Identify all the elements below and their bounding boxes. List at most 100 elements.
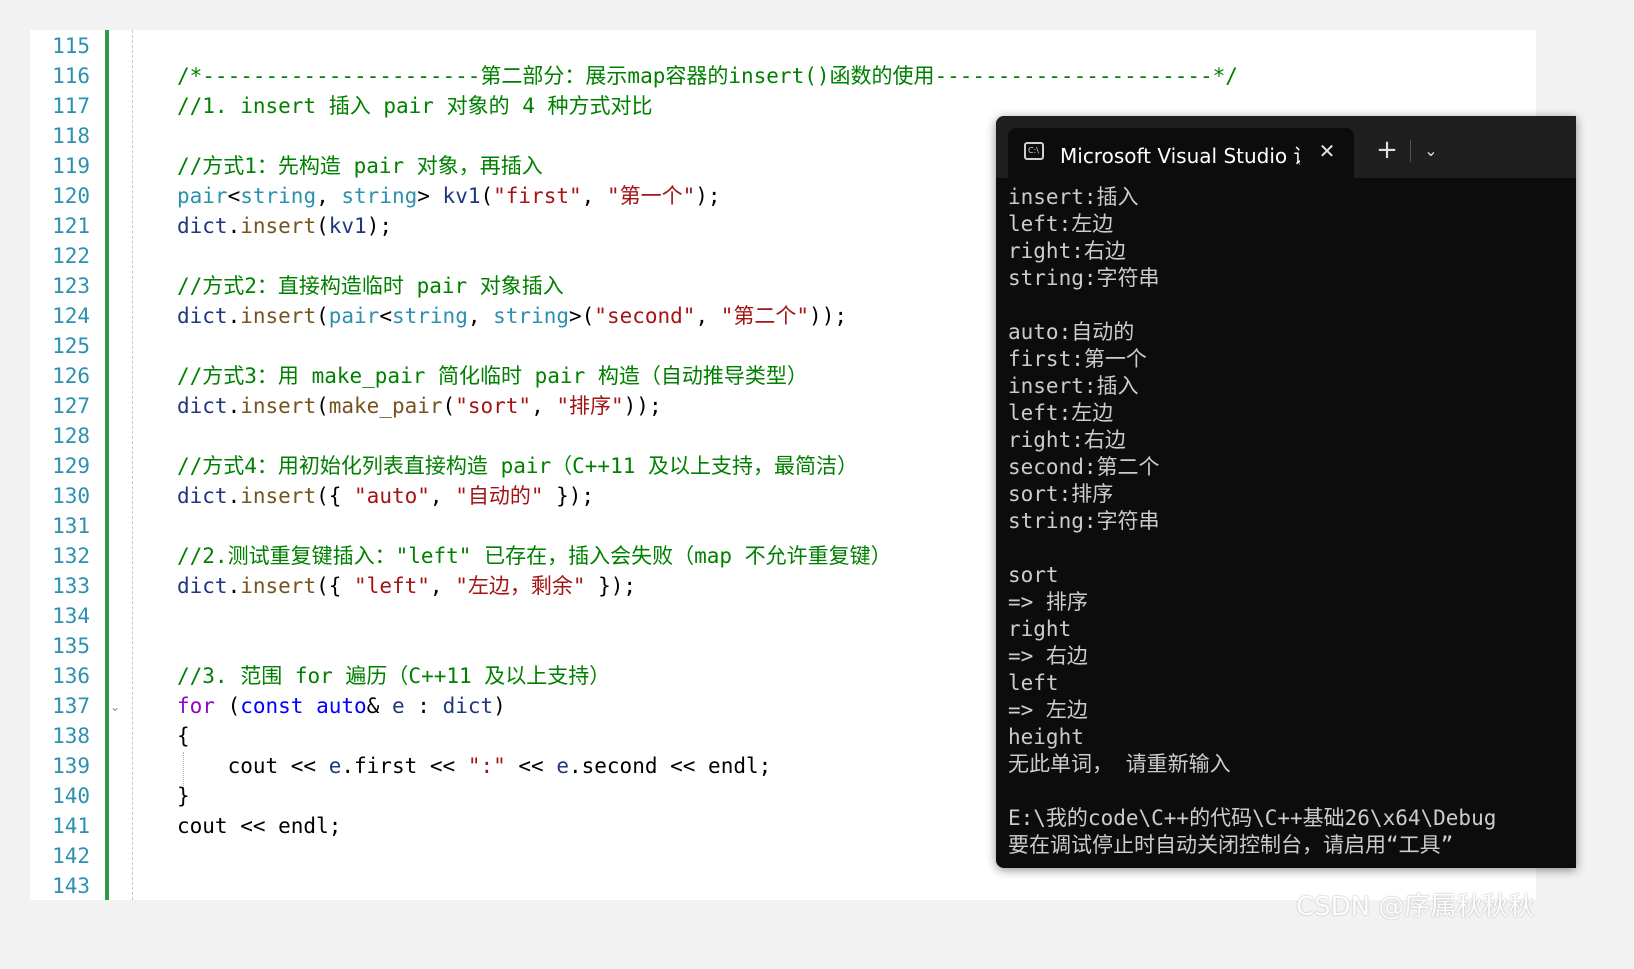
code-token: .second << endl; [568, 754, 772, 778]
console-output-line: left [1008, 671, 1059, 695]
code-token: << [505, 754, 557, 778]
code-token: string [391, 304, 468, 328]
code-line[interactable]: /*----------------------第二部分：展示map容器的ins… [177, 61, 1238, 91]
code-token: //3. 范围 for 遍历（C++11 及以上支持） [177, 664, 611, 688]
code-line[interactable]: dict.insert(kv1); [177, 211, 392, 241]
code-token: , [467, 304, 494, 328]
code-token: }); [585, 574, 637, 598]
chevron-down-icon[interactable]: ⌄ [1418, 136, 1444, 166]
console-output-line: => 排序 [1008, 590, 1088, 614]
code-line[interactable]: //方式3：用 make_pair 简化临时 pair 构造（自动推导类型） [177, 361, 808, 391]
code-token: ); [366, 214, 392, 238]
code-token: ({ [316, 574, 355, 598]
console-output-line: first:第一个 [1008, 347, 1147, 371]
line-number: 121 [52, 214, 90, 238]
code-line[interactable]: pair<string, string> kv1("first", "第一个")… [177, 181, 721, 211]
line-number-gutter: 115 116 117 118 119 120 121 122 123 124 125 126 127 1… [30, 30, 126, 900]
code-token: e [391, 694, 405, 718]
indent-guide [132, 30, 133, 900]
console-output[interactable]: insert:插入 left:左边 right:右边 string:字符串 auto:自… [1008, 184, 1568, 864]
code-line[interactable]: //1. insert 插入 pair 对象的 4 种方式对比 [177, 91, 653, 121]
console-output-line: insert:插入 [1008, 185, 1139, 209]
console-output-line: right:右边 [1008, 428, 1126, 452]
code-token: for [177, 694, 215, 718]
code-line[interactable]: dict.insert(pair<string, string>("second… [177, 301, 847, 331]
code-token: , [531, 394, 557, 418]
code-token: //2.测试重复键插入："left" 已存在，插入会失败（map 不允许重复键） [177, 544, 892, 568]
new-tab-button[interactable]: + [1372, 136, 1402, 166]
code-line[interactable]: //方式2：直接构造临时 pair 对象插入 [177, 271, 564, 301]
code-token: ( [316, 214, 329, 238]
code-line[interactable]: dict.insert({ "left", "左边，剩余" }); [177, 571, 636, 601]
code-token: : [404, 694, 443, 718]
code-line[interactable]: for (const auto& e : dict) [177, 691, 506, 721]
code-line[interactable]: } [177, 781, 190, 811]
console-output-line: 无此单词， 请重新输入 [1008, 752, 1231, 776]
code-token: ( [442, 394, 456, 418]
code-token: //方式1：先构造 pair 对象，再插入 [177, 154, 543, 178]
code-token: string [240, 184, 317, 208]
line-number: 129 [52, 454, 90, 478]
code-line[interactable]: cout << e.first << ":" << e.second << en… [177, 751, 772, 781]
code-token: "排序" [556, 394, 624, 418]
code-token: string [341, 184, 418, 208]
code-token: dict [442, 694, 494, 718]
line-number: 130 [52, 484, 90, 508]
line-number: 117 [52, 94, 90, 118]
line-number: 115 [52, 34, 90, 58]
line-number: 136 [52, 664, 90, 688]
code-token: kv1 [442, 184, 481, 208]
code-token: < [227, 184, 241, 208]
code-token: > [417, 184, 443, 208]
code-token: , [429, 574, 456, 598]
code-line[interactable]: //方式4：用初始化列表直接构造 pair（C++11 及以上支持，最简洁） [177, 451, 858, 481]
close-tab-icon[interactable]: ✕ [1314, 138, 1340, 164]
code-token: "自动的" [455, 484, 544, 508]
console-output-line: right:右边 [1008, 239, 1126, 263]
line-number: 127 [52, 394, 90, 418]
code-line[interactable]: //2.测试重复键插入："left" 已存在，插入会失败（map 不允许重复键） [177, 541, 892, 571]
line-number: 142 [52, 844, 90, 868]
code-token: ( [214, 694, 241, 718]
line-number: 131 [52, 514, 90, 538]
code-line[interactable]: cout << endl; [177, 811, 341, 841]
code-token: e [556, 754, 569, 778]
console-tab[interactable]: C:\ Microsoft Visual Studio 调试控制台 ✕ [1008, 128, 1354, 178]
code-token: dict [177, 214, 228, 238]
code-token: cout << endl; [177, 814, 342, 838]
code-token: , [429, 484, 456, 508]
console-output-line: second:第二个 [1008, 455, 1160, 479]
code-token: ) [493, 694, 506, 718]
watermark: CSDN @序属秋秋秋 [1296, 892, 1535, 922]
code-token: .first << [341, 754, 468, 778]
code-token: make_pair [328, 394, 443, 418]
code-token: dict [177, 484, 228, 508]
code-token: . [227, 214, 241, 238]
code-line[interactable]: dict.insert(make_pair("sort", "排序")); [177, 391, 662, 421]
debug-console-window[interactable]: C:\ Microsoft Visual Studio 调试控制台 ✕ + ⌄ … [996, 116, 1576, 868]
code-token: insert [240, 304, 317, 328]
code-token: & [366, 694, 392, 718]
code-token: insert [240, 574, 317, 598]
line-number: 138 [52, 724, 90, 748]
code-line[interactable]: dict.insert({ "auto", "自动的" }); [177, 481, 594, 511]
code-token: const [240, 694, 304, 718]
console-output-line: right [1008, 617, 1072, 641]
line-number: 128 [52, 424, 90, 448]
change-tracking-bar [105, 30, 109, 900]
code-token: ({ [316, 484, 355, 508]
line-number: 140 [52, 784, 90, 808]
code-line[interactable]: { [177, 721, 190, 751]
code-token: dict [177, 394, 228, 418]
code-token: dict [177, 574, 228, 598]
collapse-chevron-icon[interactable]: ⌄ [110, 700, 120, 714]
line-number: 126 [52, 364, 90, 388]
line-number: 137 [52, 694, 90, 718]
code-line[interactable]: //3. 范围 for 遍历（C++11 及以上支持） [177, 661, 610, 691]
line-number: 123 [52, 274, 90, 298]
console-output-line: insert:插入 [1008, 374, 1139, 398]
code-line[interactable]: //方式1：先构造 pair 对象，再插入 [177, 151, 543, 181]
code-token: . [227, 304, 241, 328]
console-tab-title: Microsoft Visual Studio 调试控制台 [1060, 144, 1300, 166]
